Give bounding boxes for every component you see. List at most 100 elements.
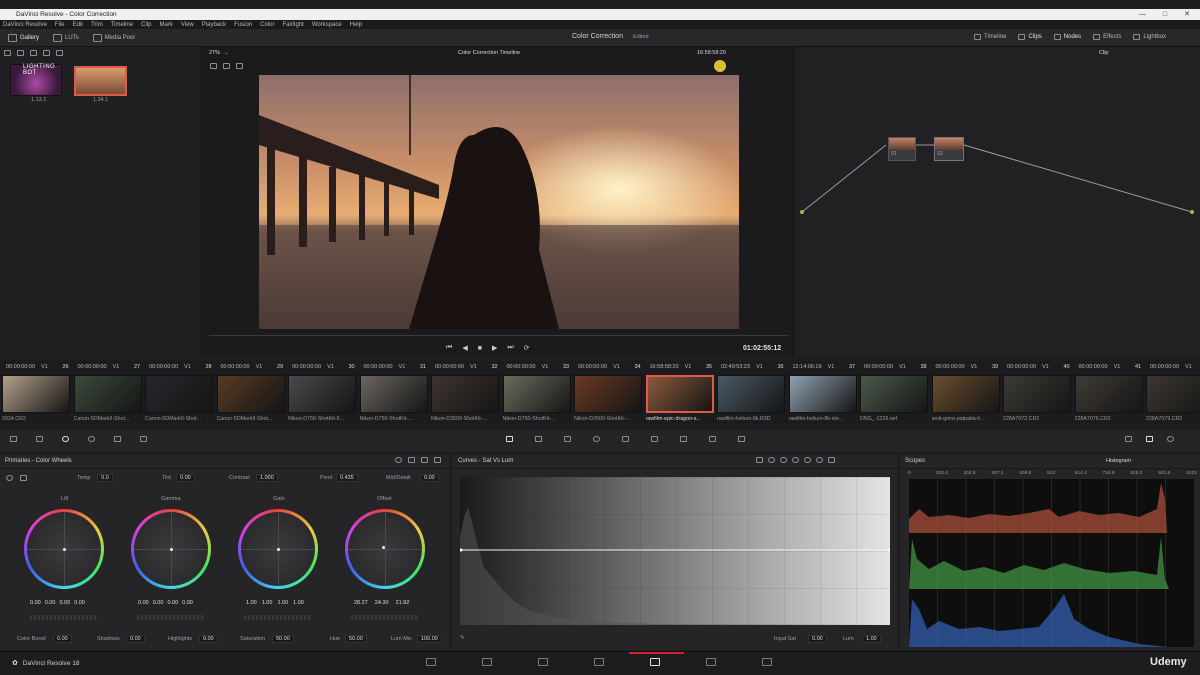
clip-thumbnail[interactable] <box>717 375 785 413</box>
menu-file[interactable]: File <box>55 22 65 28</box>
stop-icon[interactable]: ■ <box>478 345 482 352</box>
window-icon[interactable] <box>593 436 600 442</box>
clip-thumbnail[interactable] <box>288 375 356 413</box>
effects-button[interactable]: Effects <box>1093 34 1121 40</box>
edit-page-icon[interactable] <box>538 658 548 666</box>
eyedropper-icon[interactable]: ✎ <box>460 635 465 641</box>
curves-icon[interactable] <box>506 436 513 442</box>
hue-value[interactable]: 50.00 <box>345 635 367 643</box>
clip-thumbnail[interactable] <box>2 375 70 413</box>
wheels-mode-icon[interactable] <box>395 457 402 463</box>
curve-mode-3-icon[interactable] <box>792 457 799 463</box>
bars-mode-icon[interactable] <box>408 457 415 463</box>
hdr-icon[interactable] <box>140 436 147 442</box>
menu-timeline[interactable]: Timeline <box>111 22 133 28</box>
clip-thumbnail[interactable] <box>431 375 499 413</box>
lift-y[interactable]: 0.00 <box>30 600 41 606</box>
rgb-mixer-icon[interactable] <box>88 436 95 442</box>
offset-g[interactable]: 24.30 <box>375 600 389 606</box>
lift-master-slider[interactable] <box>30 615 98 620</box>
step-back-icon[interactable]: ◀ <box>462 344 467 352</box>
menu-trim[interactable]: Trim <box>91 22 103 28</box>
menu-fusion[interactable]: Fusion <box>234 22 252 28</box>
clip-thumbnail[interactable] <box>574 375 642 413</box>
chevron-down-icon[interactable]: ⌄ <box>224 50 229 56</box>
curve-mode-2-icon[interactable] <box>780 457 787 463</box>
info-icon[interactable] <box>1167 436 1174 442</box>
luts-button[interactable]: LUTs <box>53 34 79 42</box>
clip-thumbnail[interactable] <box>359 375 428 413</box>
color-wheels-icon[interactable] <box>62 436 69 442</box>
menu-clip[interactable]: Clip <box>141 22 151 28</box>
offset-master-slider[interactable] <box>351 615 419 620</box>
clip-thumbnail[interactable] <box>1074 375 1143 413</box>
media-page-icon[interactable] <box>426 658 436 666</box>
gain-master-slider[interactable] <box>244 615 312 620</box>
motion-effects-icon[interactable] <box>114 436 121 442</box>
clip-thumbnail[interactable] <box>145 375 213 413</box>
go-to-start-icon[interactable]: ⏮ <box>446 344 452 352</box>
tracker-icon[interactable] <box>622 436 629 442</box>
magic-mask-icon[interactable] <box>651 436 658 442</box>
gain-y[interactable]: 1.00 <box>246 600 257 606</box>
middetail-value[interactable]: 0.00 <box>420 474 439 482</box>
scope-mode-icon[interactable] <box>1125 436 1132 442</box>
grid-view-icon[interactable] <box>43 50 50 56</box>
node-02[interactable]: 02 <box>934 137 964 161</box>
minimize-button[interactable]: — <box>1139 9 1146 20</box>
wipe-icon[interactable] <box>236 63 243 69</box>
gamma-b[interactable]: 0.00 <box>182 600 193 606</box>
curve-tool-icon[interactable] <box>756 457 763 463</box>
gamma-wheel[interactable] <box>131 509 211 589</box>
gain-g[interactable]: 1.00 <box>277 600 288 606</box>
lum-mix-value[interactable]: 100.00 <box>417 635 442 643</box>
gamma-g[interactable]: 0.00 <box>167 600 178 606</box>
deliver-page-icon[interactable] <box>762 658 772 666</box>
log-mode-icon[interactable] <box>421 457 428 463</box>
clip-thumbnail[interactable] <box>73 375 142 413</box>
grab-still-icon[interactable] <box>17 50 24 56</box>
loop-icon[interactable]: ⟳ <box>524 344 530 352</box>
offset-b[interactable]: 21.92 <box>396 600 410 606</box>
offset-wheel[interactable] <box>345 509 425 589</box>
offset-r[interactable]: 28.27 <box>354 600 368 606</box>
lift-wheel[interactable] <box>24 509 104 589</box>
clip-thumbnail[interactable] <box>1146 375 1200 413</box>
gain-b[interactable]: 1.00 <box>293 600 304 606</box>
viewer-scrubber[interactable] <box>209 335 789 336</box>
menu-help[interactable]: Help <box>350 22 362 28</box>
gallery-still-1[interactable]: LIGHTING BOT <box>10 64 62 96</box>
lightbox-button[interactable]: Lightbox <box>1133 34 1166 40</box>
timeline-button[interactable]: Timeline <box>974 34 1006 40</box>
clip-thumbnail[interactable] <box>788 375 857 413</box>
color-warper-icon[interactable] <box>535 436 542 442</box>
tint-value[interactable]: 0.00 <box>176 474 195 482</box>
gamma-r[interactable]: 0.00 <box>153 600 164 606</box>
curve-reset-icon[interactable] <box>828 457 835 463</box>
clip-thumbnail[interactable] <box>1003 375 1071 413</box>
color-boost-value[interactable]: 0.00 <box>53 635 72 643</box>
camera-raw-icon[interactable] <box>10 436 17 442</box>
scopes-icon[interactable] <box>1146 436 1153 442</box>
pivot-value[interactable]: 0.435 <box>336 474 358 482</box>
search-icon[interactable] <box>56 50 63 56</box>
clip-thumbnail[interactable] <box>645 375 714 413</box>
menu-workspace[interactable]: Workspace <box>312 22 342 28</box>
reset-icon[interactable] <box>434 457 441 463</box>
contrast-value[interactable]: 1.000 <box>256 474 278 482</box>
gain-r[interactable]: 1.00 <box>262 600 273 606</box>
menu-davinci[interactable]: DaVinci Resolve <box>3 22 47 28</box>
go-to-end-icon[interactable]: ⏭ <box>507 344 513 352</box>
lift-b[interactable]: 0.00 <box>74 600 85 606</box>
clips-button[interactable]: Clips <box>1018 34 1042 40</box>
sizing-icon[interactable] <box>738 436 745 442</box>
scope-mode-selector[interactable]: Histogram <box>1106 458 1131 464</box>
picker-icon[interactable] <box>20 475 27 481</box>
gallery-still-2[interactable] <box>74 66 127 96</box>
node-01[interactable]: 01 <box>888 137 916 161</box>
saturation-value[interactable]: 50.00 <box>272 635 294 643</box>
gain-wheel[interactable] <box>238 509 318 589</box>
media-pool-button[interactable]: Media Pool <box>92 34 135 42</box>
menu-playback[interactable]: Playback <box>202 22 226 28</box>
curve-mode-5-icon[interactable] <box>816 457 823 463</box>
